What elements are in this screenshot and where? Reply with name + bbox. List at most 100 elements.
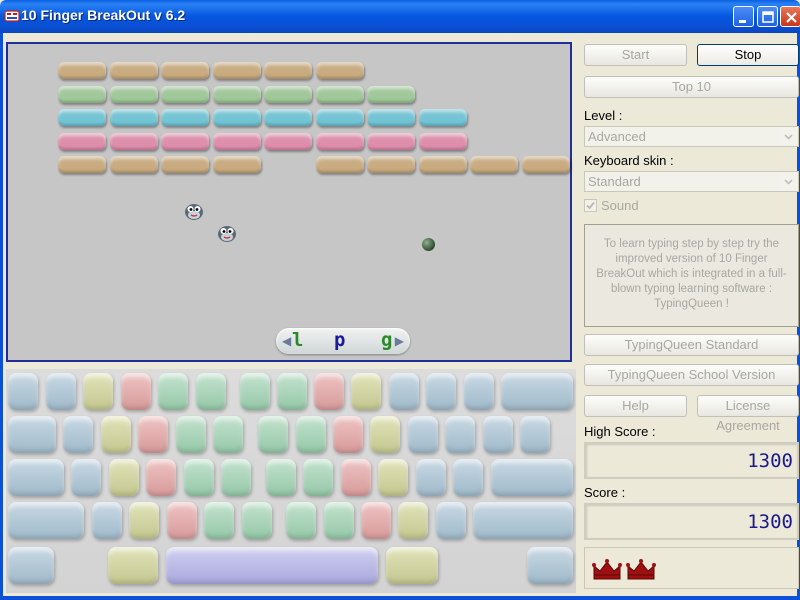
keyboard-key	[398, 502, 428, 539]
brick	[161, 62, 209, 79]
falling-creature-icon	[218, 226, 236, 242]
brick	[109, 156, 158, 173]
keyboard-key	[333, 416, 363, 453]
stop-button[interactable]: Stop	[697, 44, 799, 66]
keyboard-key	[361, 502, 391, 539]
lives-display	[584, 547, 799, 589]
high-score-display: 1300	[584, 442, 799, 479]
keyboard-key	[71, 459, 101, 496]
typingqueen-standard-button[interactable]: TypingQueen Standard	[584, 334, 799, 356]
minimize-button[interactable]	[733, 6, 754, 27]
keyboard-key	[138, 416, 168, 453]
paddle-letter-left: l	[292, 329, 304, 351]
brick	[212, 156, 261, 173]
keyboard-key	[8, 373, 38, 410]
keyboard-key	[491, 459, 573, 496]
keyboard-key	[473, 502, 573, 539]
score-label: Score :	[584, 485, 626, 500]
paddle-letter-right: g	[381, 329, 393, 351]
keyboard-key	[213, 416, 243, 453]
keyboard-spacebar	[166, 547, 378, 584]
brick	[264, 132, 312, 150]
brick	[418, 156, 467, 173]
game-area[interactable]: ◀ l p g ▶	[6, 42, 572, 362]
brick	[367, 85, 415, 103]
minimize-icon	[739, 20, 746, 23]
license-agreement-button[interactable]: License Agreement	[697, 395, 799, 433]
window-title: 10 Finger BreakOut v 6.2	[21, 7, 186, 23]
keyboard-key	[426, 373, 456, 410]
keyboard-key	[277, 373, 307, 410]
brick	[212, 132, 261, 150]
keyboard-key	[266, 459, 296, 496]
brick	[315, 85, 364, 103]
keyboard-key	[176, 416, 206, 453]
brick	[212, 62, 261, 79]
brick	[161, 85, 209, 103]
keyboard-key	[286, 502, 316, 539]
keyboard-key	[464, 373, 494, 410]
keyboard-key	[8, 459, 64, 496]
maximize-icon	[762, 11, 774, 23]
brick	[212, 85, 261, 103]
paddle-letter-middle: p	[334, 329, 346, 351]
top10-button[interactable]: Top 10	[584, 76, 799, 98]
keyboard-key	[445, 416, 475, 453]
keyboard-key	[303, 459, 333, 496]
brick	[264, 62, 312, 79]
paddle-left-cap-icon: ◀	[282, 334, 292, 348]
typingqueen-school-button[interactable]: TypingQueen School Version	[584, 364, 799, 386]
brick	[367, 156, 415, 173]
falling-creature-icon	[185, 204, 203, 220]
brick	[58, 62, 106, 79]
level-select[interactable]: Advanced	[584, 126, 799, 147]
on-screen-keyboard	[6, 369, 576, 593]
keyboard-key	[240, 373, 270, 410]
keyboard-key	[167, 502, 197, 539]
title-bar[interactable]: 10 Finger BreakOut v 6.2	[0, 0, 800, 33]
keyboard-key	[453, 459, 483, 496]
keyboard-key	[351, 373, 381, 410]
crown-icon	[592, 559, 622, 580]
keyboard-skin-value: Standard	[588, 174, 641, 189]
brick	[315, 109, 364, 126]
crown-icon	[626, 559, 656, 580]
score-value: 1300	[747, 511, 793, 533]
brick	[58, 109, 106, 126]
sound-label: Sound	[601, 198, 639, 213]
sound-checkbox[interactable]	[584, 199, 597, 212]
brick	[161, 132, 209, 150]
chevron-down-icon[interactable]	[780, 173, 797, 190]
brick	[367, 132, 415, 150]
high-score-value: 1300	[747, 450, 793, 472]
brick	[264, 109, 312, 126]
keyboard-key	[314, 373, 344, 410]
start-button[interactable]: Start	[584, 44, 687, 66]
help-button[interactable]: Help	[584, 395, 687, 417]
maximize-button[interactable]	[757, 6, 778, 27]
letter-paddle: ◀ l p g ▶	[276, 328, 410, 354]
score-display: 1300	[584, 503, 799, 540]
keyboard-key	[483, 416, 513, 453]
brick	[418, 109, 467, 126]
keyboard-key	[196, 373, 226, 410]
close-icon	[786, 12, 797, 23]
close-button[interactable]	[780, 6, 800, 27]
level-value: Advanced	[588, 129, 646, 144]
chevron-down-icon[interactable]	[780, 128, 797, 145]
keyboard-key	[121, 373, 151, 410]
keyboard-key	[436, 502, 466, 539]
keyboard-key	[184, 459, 214, 496]
level-label: Level :	[584, 108, 623, 123]
keyboard-key	[83, 373, 113, 410]
keyboard-skin-label: Keyboard skin :	[584, 153, 674, 168]
window-border-left	[0, 33, 3, 600]
brick	[109, 132, 158, 150]
brick	[315, 156, 364, 173]
brick	[521, 156, 570, 173]
keyboard-key	[389, 373, 419, 410]
brick	[418, 132, 467, 150]
brick	[315, 132, 364, 150]
keyboard-key	[109, 459, 139, 496]
keyboard-skin-select[interactable]: Standard	[584, 171, 799, 192]
